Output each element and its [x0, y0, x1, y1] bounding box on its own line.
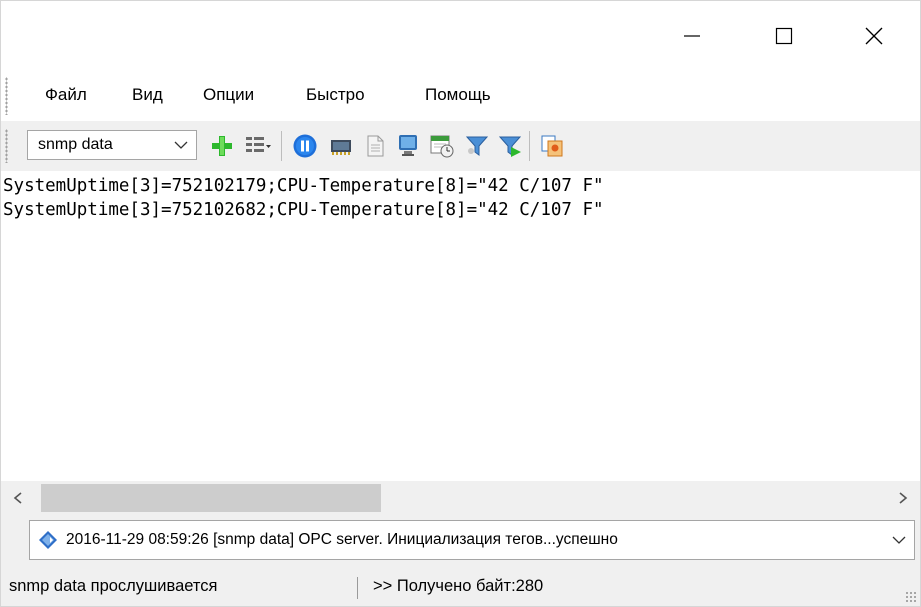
memory-button[interactable]	[327, 132, 355, 160]
menu-quick[interactable]: Быстро	[306, 85, 365, 105]
filter-apply-button[interactable]	[496, 132, 524, 160]
source-select[interactable]: snmp data	[27, 130, 197, 160]
source-select-value: snmp data	[38, 136, 113, 153]
status-separator	[357, 577, 358, 599]
status-listening: snmp data прослушивается	[9, 577, 218, 595]
scrollbar-thumb[interactable]	[41, 484, 381, 512]
maximize-icon	[775, 27, 793, 45]
data-line: SystemUptime[3]=752102179;CPU-Temperatur…	[3, 176, 604, 196]
chevron-right-icon	[899, 492, 908, 504]
close-icon	[865, 27, 883, 45]
minimize-icon	[684, 35, 700, 37]
data-output[interactable]: SystemUptime[3]=752102179;CPU-Temperatur…	[1, 171, 920, 481]
filter-apply-icon	[498, 136, 522, 157]
status-bar: snmp data прослушивается >> Получено бай…	[1, 567, 920, 606]
menu-view[interactable]: Вид	[132, 85, 163, 105]
scroll-right-button[interactable]	[886, 481, 920, 515]
schedule-button[interactable]	[428, 132, 456, 160]
close-button[interactable]	[828, 1, 920, 71]
copy-button[interactable]	[538, 132, 566, 160]
scroll-left-button[interactable]	[1, 481, 35, 515]
log-message: 2016-11-29 08:59:26 [snmp data] OPC serv…	[66, 531, 618, 548]
filter-button[interactable]	[463, 132, 491, 160]
status-bytes: >> Получено байт:280	[373, 577, 544, 595]
memory-chip-icon	[331, 140, 351, 155]
menu-bar: Файл Вид Опции Быстро Помощь	[1, 71, 920, 121]
columns-button[interactable]	[244, 132, 272, 160]
menu-options[interactable]: Опции	[203, 85, 254, 105]
toolbar-grip[interactable]	[5, 129, 8, 163]
copy-icon	[541, 135, 563, 157]
toolbar-separator	[529, 131, 530, 161]
toolbar: snmp data	[1, 121, 920, 171]
filter-icon	[465, 136, 489, 156]
pause-icon	[293, 134, 317, 158]
title-bar	[1, 1, 920, 71]
menu-file[interactable]: Файл	[45, 85, 87, 105]
add-icon	[212, 136, 232, 156]
app-window: Файл Вид Опции Быстро Помощь snmp data S…	[0, 0, 921, 607]
monitor-button[interactable]	[394, 132, 422, 160]
maximize-button[interactable]	[738, 1, 830, 71]
chevron-down-icon	[892, 536, 906, 544]
minimize-button[interactable]	[646, 1, 738, 71]
chevron-left-icon	[13, 492, 22, 504]
data-line: SystemUptime[3]=752102682;CPU-Temperatur…	[3, 200, 604, 220]
document-icon	[367, 135, 384, 157]
list-columns-icon	[246, 137, 271, 152]
horizontal-scrollbar[interactable]	[1, 481, 920, 515]
log-select[interactable]: 2016-11-29 08:59:26 [snmp data] OPC serv…	[29, 520, 915, 560]
document-button[interactable]	[361, 132, 389, 160]
add-button[interactable]	[208, 132, 236, 160]
menubar-grip[interactable]	[5, 77, 8, 115]
monitor-icon	[399, 135, 417, 156]
info-diamond-icon	[39, 531, 57, 549]
toolbar-separator	[281, 131, 282, 161]
resize-grip[interactable]	[905, 591, 917, 603]
pause-button[interactable]	[291, 132, 319, 160]
menu-help[interactable]: Помощь	[425, 85, 491, 105]
calendar-clock-icon	[430, 135, 454, 158]
chevron-down-icon	[174, 141, 188, 149]
